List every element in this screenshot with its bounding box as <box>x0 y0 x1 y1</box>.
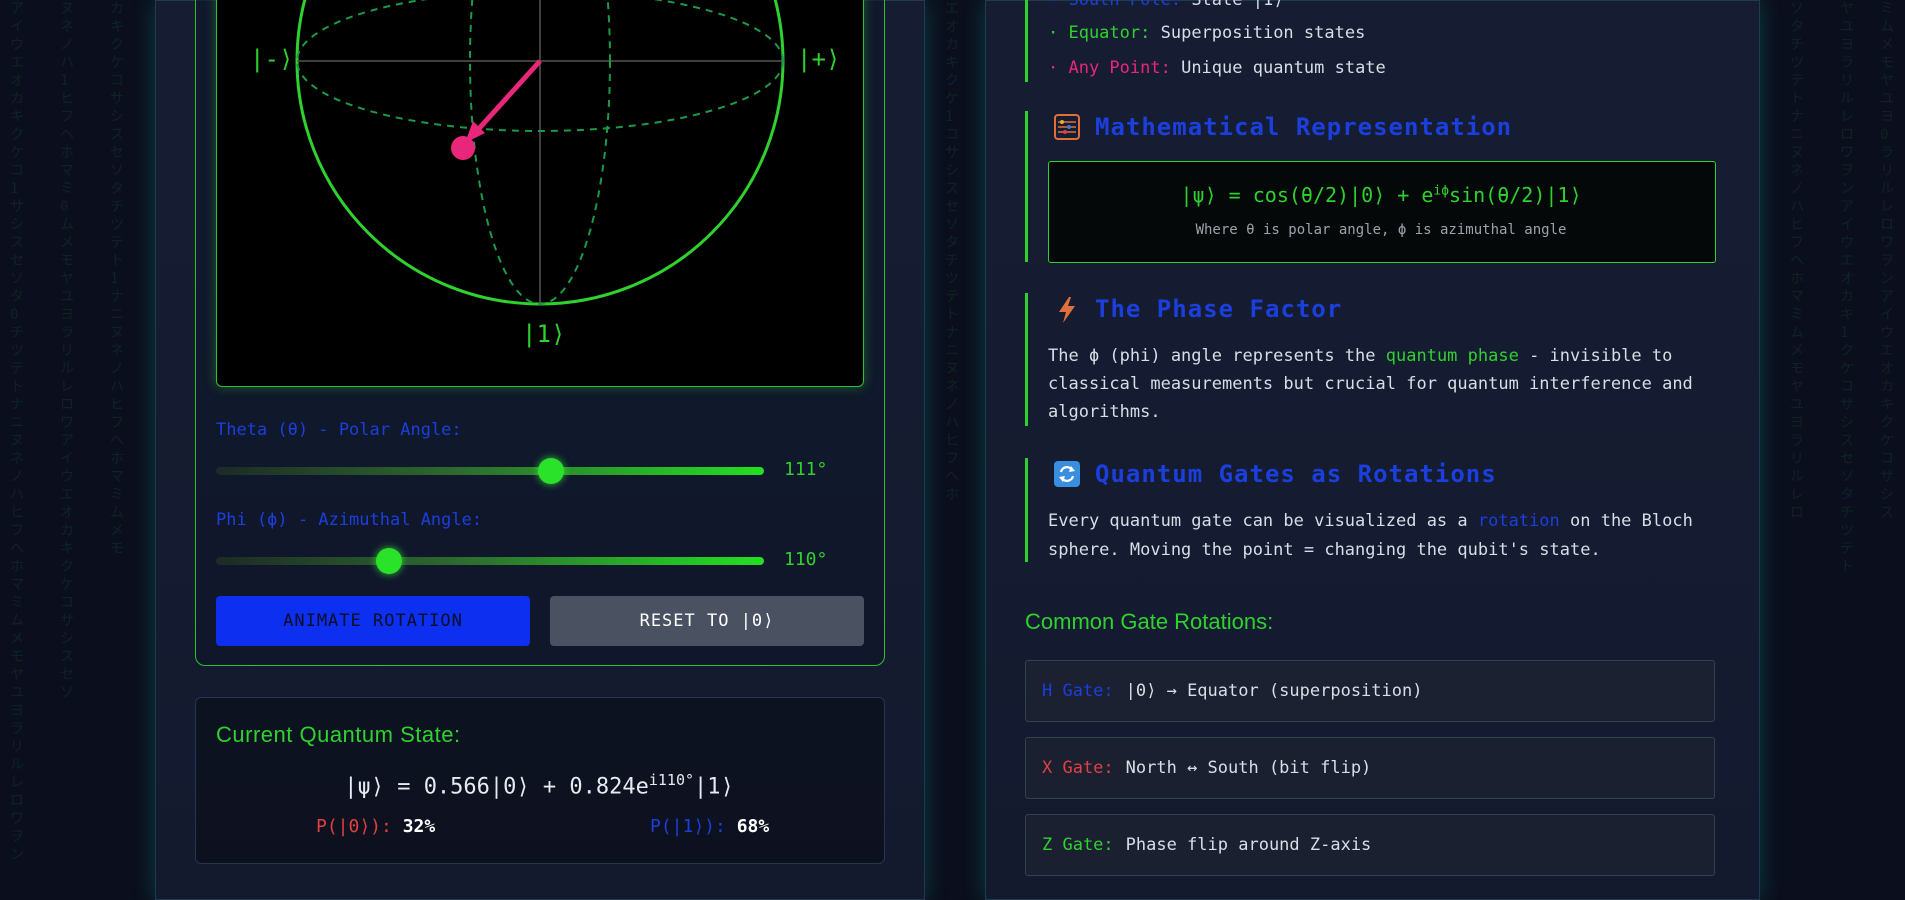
info-equator: · Equator: Superposition states <box>1048 19 1365 48</box>
prob-one-value: 68% <box>736 816 770 837</box>
reset-button[interactable]: RESET TO |0⟩ <box>550 596 864 646</box>
info-list-border <box>1025 0 1028 82</box>
label-minus-state: |-⟩ <box>250 45 294 73</box>
prob-one: P(|1⟩): 68% <box>650 816 769 837</box>
math-note: Where θ is polar angle, ϕ is azimuthal a… <box>1195 222 1567 238</box>
gates-line-2: sphere. Moving the point = changing the … <box>1048 540 1601 560</box>
phi-value: 110° <box>784 549 828 570</box>
gates-section-border <box>1025 458 1028 562</box>
phi-slider-thumb[interactable] <box>375 548 402 574</box>
math-formula-box <box>1048 161 1716 263</box>
math-formula-suffix: sin(θ/2)|1⟩ <box>1449 183 1582 207</box>
gates-text-2: on the Bloch <box>1559 511 1693 531</box>
gate-list-title: Common Gate Rotations: <box>1025 609 1274 634</box>
gates-text-1: Every quantum gate can be visualized as … <box>1048 511 1478 531</box>
gate-desc-z: Phase flip around Z-axis <box>1125 835 1372 855</box>
phase-section-border <box>1025 293 1028 426</box>
math-formula-exponent: iϕ <box>1433 183 1450 199</box>
state-vector <box>473 59 542 135</box>
phase-text-1: The ϕ (phi) angle represents the <box>1048 346 1386 366</box>
gate-name-h: H Gate: <box>1042 681 1114 701</box>
phase-line-3: algorithms. <box>1048 402 1161 422</box>
phase-text-2: - invisible to <box>1518 346 1673 366</box>
state-eq-exponent: i110° <box>648 771 695 789</box>
gates-line-1: Every quantum gate can be visualized as … <box>1048 507 1693 536</box>
label-plus-state: |+⟩ <box>797 45 841 73</box>
label-one-state: |1⟩ <box>522 320 566 348</box>
math-formula-prefix: |ψ⟩ = cos(θ/2)|0⟩ + e <box>1180 183 1434 207</box>
state-eq-prefix: |ψ⟩ = 0.566|0⟩ + 0.824e <box>344 774 649 800</box>
gates-highlight: rotation <box>1477 511 1560 531</box>
math-section-border <box>1025 111 1028 262</box>
phase-line-2: classical measurements but crucial for q… <box>1048 374 1693 394</box>
gate-name-x: X Gate: <box>1042 758 1114 778</box>
abacus-icon <box>1053 113 1081 141</box>
animate-rotation-button[interactable]: ANIMATE ROTATION <box>216 596 530 646</box>
gate-item-h: H Gate: |0⟩ → Equator (superposition) <box>1025 660 1715 722</box>
phi-slider-track[interactable] <box>216 557 764 565</box>
info-any-point: · Any Point: Unique quantum state <box>1048 54 1386 83</box>
math-formula: |ψ⟩ = cos(θ/2)|0⟩ + eiϕsin(θ/2)|1⟩ <box>1048 183 1714 207</box>
theta-value: 111° <box>784 459 828 480</box>
state-point <box>451 136 475 160</box>
refresh-icon <box>1053 460 1081 488</box>
theta-slider-track[interactable] <box>216 467 764 475</box>
info-south-pole: · South Pole: State |1⟩ <box>1048 0 1283 15</box>
phase-line-1: The ϕ (phi) angle represents the quantum… <box>1048 342 1672 371</box>
prob-zero: P(|0⟩): 32% <box>316 816 435 837</box>
gates-heading: Quantum Gates as Rotations <box>1095 460 1497 488</box>
state-eq-suffix: |1⟩ <box>694 774 734 800</box>
equator-text: Superposition states <box>1160 23 1366 43</box>
south-pole-text: State |1⟩ <box>1191 0 1284 10</box>
gate-item-z: Z Gate: Phase flip around Z-axis <box>1025 814 1715 876</box>
gate-item-x: X Gate: North ↔ South (bit flip) <box>1025 737 1715 799</box>
current-state-title: Current Quantum State: <box>216 722 461 747</box>
phi-label: Phi (ϕ) - Azimuthal Angle: <box>216 510 483 530</box>
prob-zero-label: P(|0⟩): <box>316 816 392 837</box>
theta-label: Theta (θ) - Polar Angle: <box>216 420 462 440</box>
theta-slider-thumb[interactable] <box>538 458 565 484</box>
any-point-label: · Any Point: <box>1048 58 1171 78</box>
gate-name-z: Z Gate: <box>1042 835 1114 855</box>
math-heading: Mathematical Representation <box>1095 113 1513 141</box>
prob-one-label: P(|1⟩): <box>650 816 726 837</box>
phase-highlight: quantum phase <box>1385 346 1519 366</box>
gate-desc-x: North ↔ South (bit flip) <box>1125 758 1372 778</box>
phase-heading: The Phase Factor <box>1095 295 1343 323</box>
prob-zero-value: 32% <box>402 816 436 837</box>
current-state-equation: |ψ⟩ = 0.566|0⟩ + 0.824ei110°|1⟩ <box>195 771 883 799</box>
south-pole-label: · South Pole: <box>1048 0 1182 10</box>
lightning-icon <box>1053 296 1081 324</box>
gate-desc-h: |0⟩ → Equator (superposition) <box>1125 681 1423 701</box>
any-point-text: Unique quantum state <box>1181 58 1386 78</box>
equator-label: · Equator: <box>1048 23 1151 43</box>
